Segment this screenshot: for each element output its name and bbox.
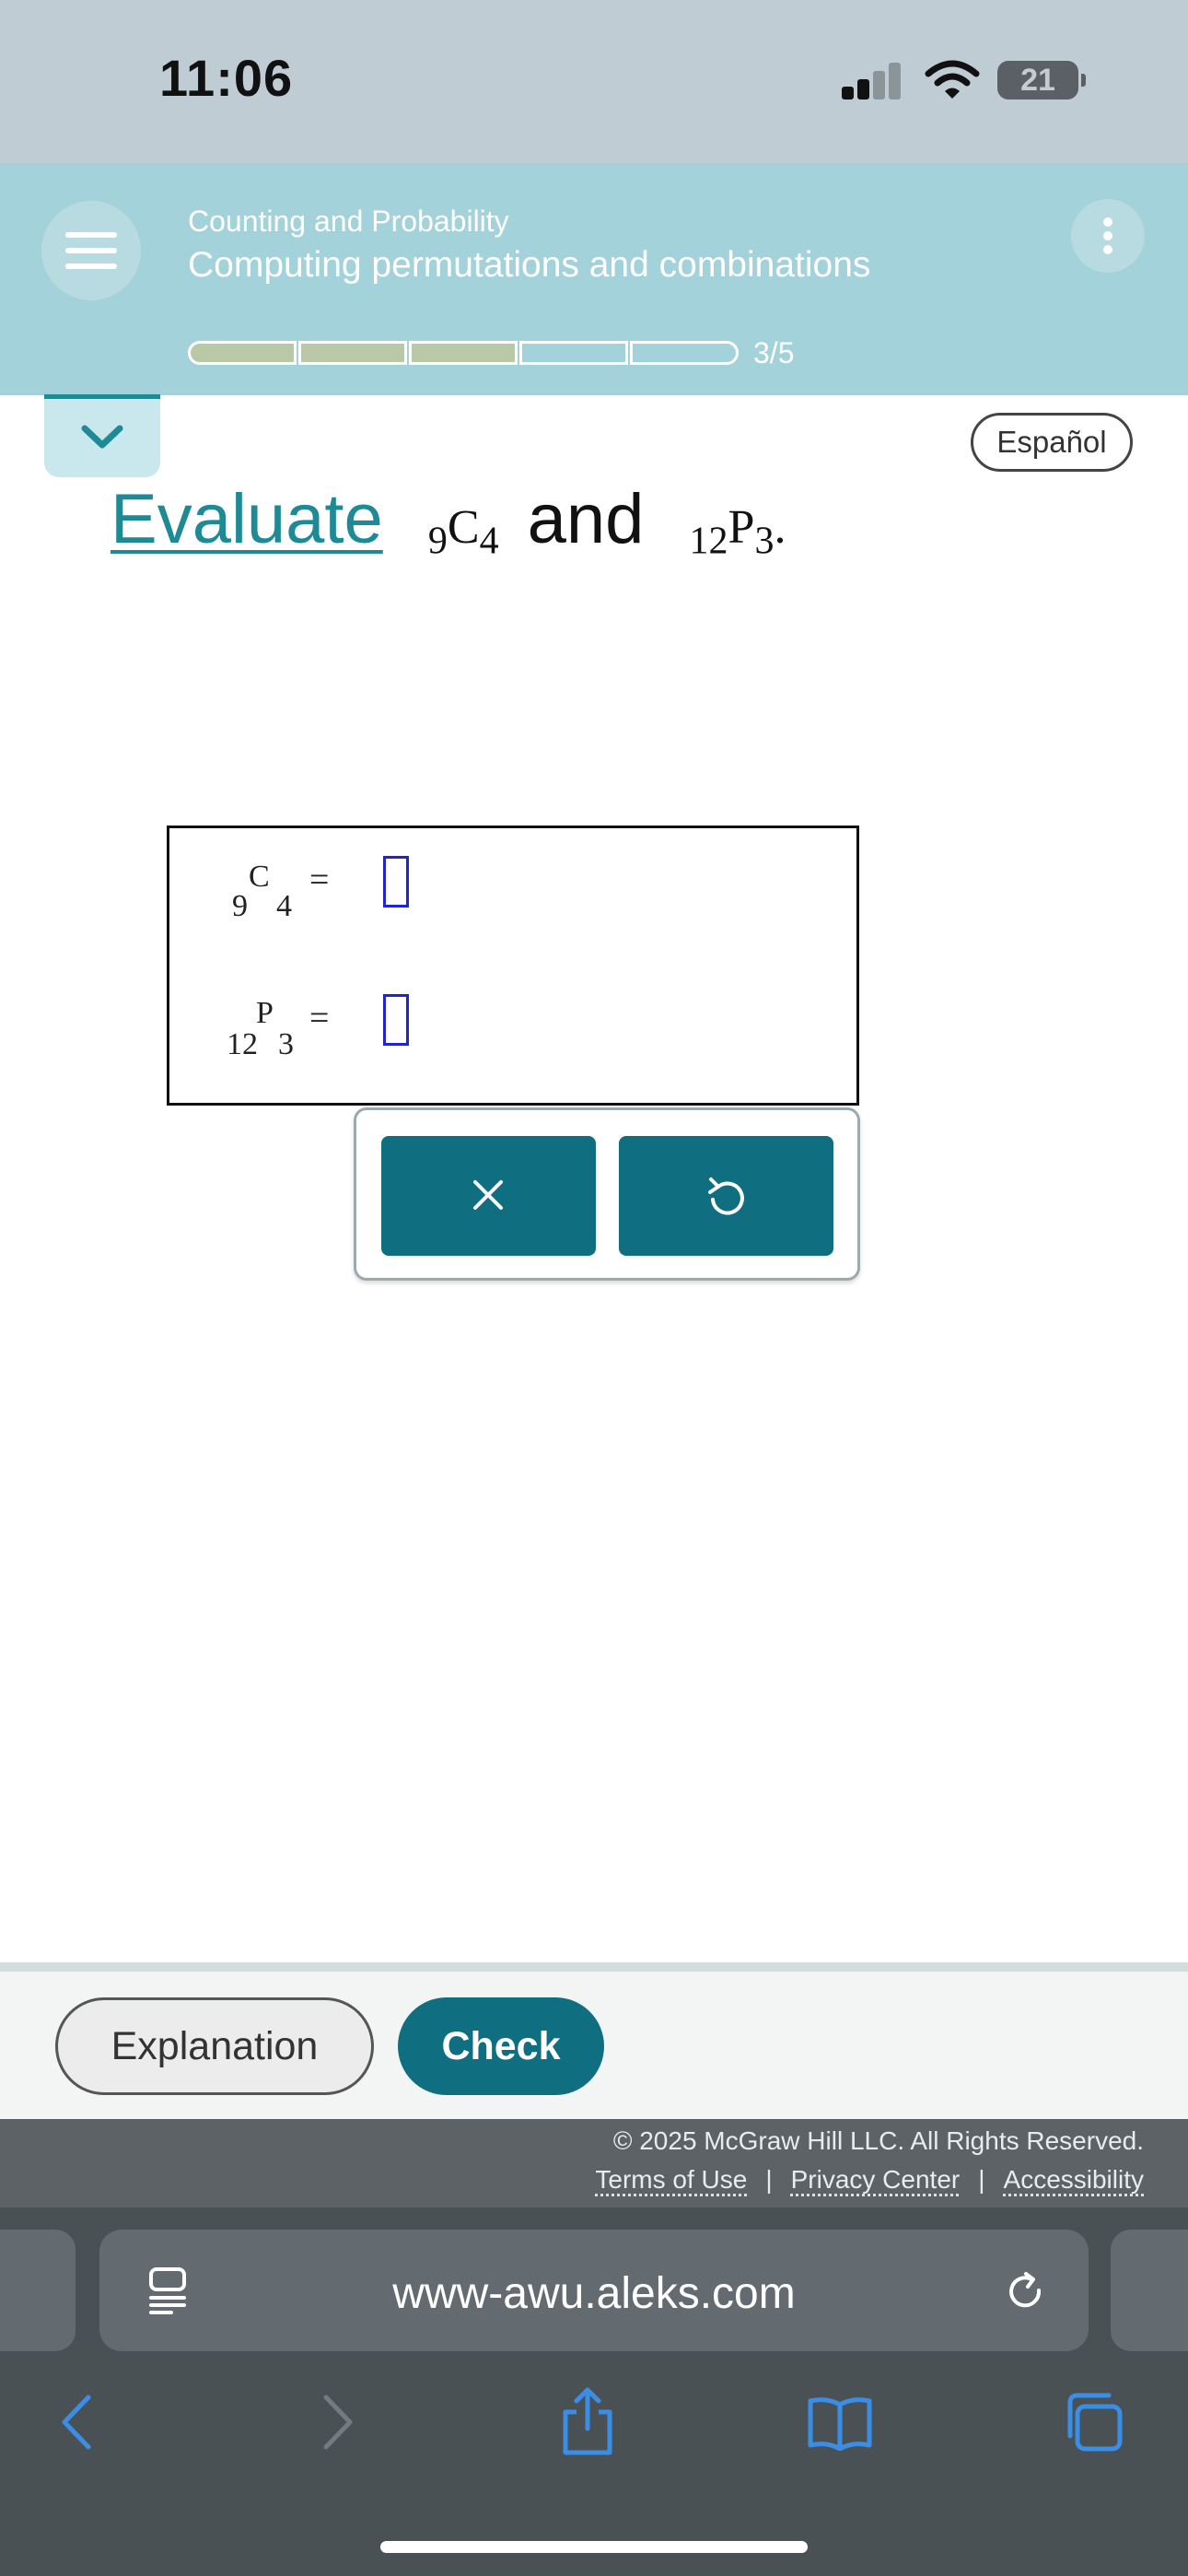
privacy-center-link[interactable]: Privacy Center [791, 2165, 961, 2194]
question-and: and [528, 480, 645, 558]
permutation-symbol: P [728, 501, 755, 554]
answer-label-symbol: P [256, 996, 274, 1031]
bookmarks-icon[interactable] [807, 2395, 873, 2451]
menu-button[interactable] [41, 201, 141, 300]
answer-label-n: 9 [232, 889, 248, 924]
answer-label-symbol: C [249, 860, 270, 895]
check-button[interactable]: Check [398, 1997, 604, 2095]
cellular-signal-icon [842, 63, 903, 100]
footer-links: Terms of Use | Privacy Center | Accessibilit… [595, 2165, 1144, 2195]
previous-tab-preview[interactable] [0, 2230, 76, 2351]
close-icon [470, 1177, 507, 1213]
footer-separator: | [765, 2165, 772, 2194]
menu-icon-line [65, 248, 117, 253]
action-bar-divider [0, 1962, 1188, 1972]
evaluate-link[interactable]: Evaluate [111, 480, 383, 558]
footer-separator: | [978, 2165, 984, 2194]
menu-icon-line [65, 263, 117, 269]
collapse-button[interactable] [44, 394, 160, 477]
answer-label-r: 3 [278, 1027, 294, 1062]
permutation-expression: 12P3. [690, 501, 786, 554]
answer-box: 9 C 4 = 12 P 3 = [167, 825, 859, 1106]
clear-button[interactable] [381, 1136, 596, 1256]
status-time: 11:06 [159, 48, 293, 108]
url-text: www-awu.aleks.com [99, 2268, 1089, 2319]
topic-title: Computing permutations and combinations [188, 245, 870, 286]
course-title: Counting and Probability [188, 205, 509, 239]
wifi-icon [925, 59, 980, 100]
combination-r: 4 [480, 520, 499, 562]
spanish-language-button[interactable]: Español [971, 413, 1133, 472]
question-text: Evaluate 9C4 and 12P3. [111, 479, 786, 563]
answer-label-r: 4 [276, 889, 292, 924]
back-icon[interactable] [57, 2394, 98, 2451]
terms-of-use-link[interactable]: Terms of Use [595, 2165, 747, 2194]
accessibility-link[interactable]: Accessibility [1004, 2165, 1144, 2194]
combination-expression: 9C4 [428, 501, 511, 554]
equals-sign: = [309, 998, 329, 1038]
more-icon [1103, 217, 1112, 227]
progress-segment [188, 341, 297, 365]
menu-icon [65, 232, 117, 238]
progress-segment [409, 341, 518, 365]
undo-button[interactable] [619, 1136, 833, 1256]
copyright-text: © 2025 McGraw Hill LLC. All Rights Reser… [613, 2126, 1144, 2156]
combination-n: 9 [428, 520, 448, 562]
permutation-n: 12 [690, 520, 728, 562]
address-bar[interactable]: www-awu.aleks.com [99, 2230, 1089, 2351]
question-period: . [774, 501, 786, 554]
more-icon-dot [1103, 231, 1112, 240]
reload-icon[interactable] [1004, 2270, 1048, 2314]
permutation-answer-input[interactable] [383, 994, 409, 1046]
equals-sign: = [309, 860, 329, 900]
explanation-button[interactable]: Explanation [55, 1997, 374, 2095]
progress-segment [519, 341, 628, 365]
combination-answer-input[interactable] [383, 856, 409, 907]
chevron-down-icon [81, 423, 123, 451]
more-icon-dot [1103, 245, 1112, 254]
combination-symbol: C [448, 501, 480, 554]
progress-segment [298, 341, 407, 365]
answer-keypad [354, 1107, 860, 1281]
undo-icon [705, 1175, 748, 1217]
forward-icon[interactable] [317, 2394, 357, 2451]
answer-label-n: 12 [227, 1027, 258, 1062]
battery-nub [1081, 74, 1086, 87]
more-options-button[interactable] [1071, 199, 1145, 273]
progress-count: 3/5 [753, 336, 794, 370]
progress-segment [630, 341, 739, 365]
tabs-icon[interactable] [1061, 2390, 1125, 2454]
home-indicator [380, 2541, 808, 2553]
share-icon[interactable] [560, 2386, 615, 2456]
battery-icon: 21 [997, 61, 1078, 100]
next-tab-preview[interactable] [1111, 2230, 1188, 2351]
permutation-r: 3 [754, 520, 774, 562]
